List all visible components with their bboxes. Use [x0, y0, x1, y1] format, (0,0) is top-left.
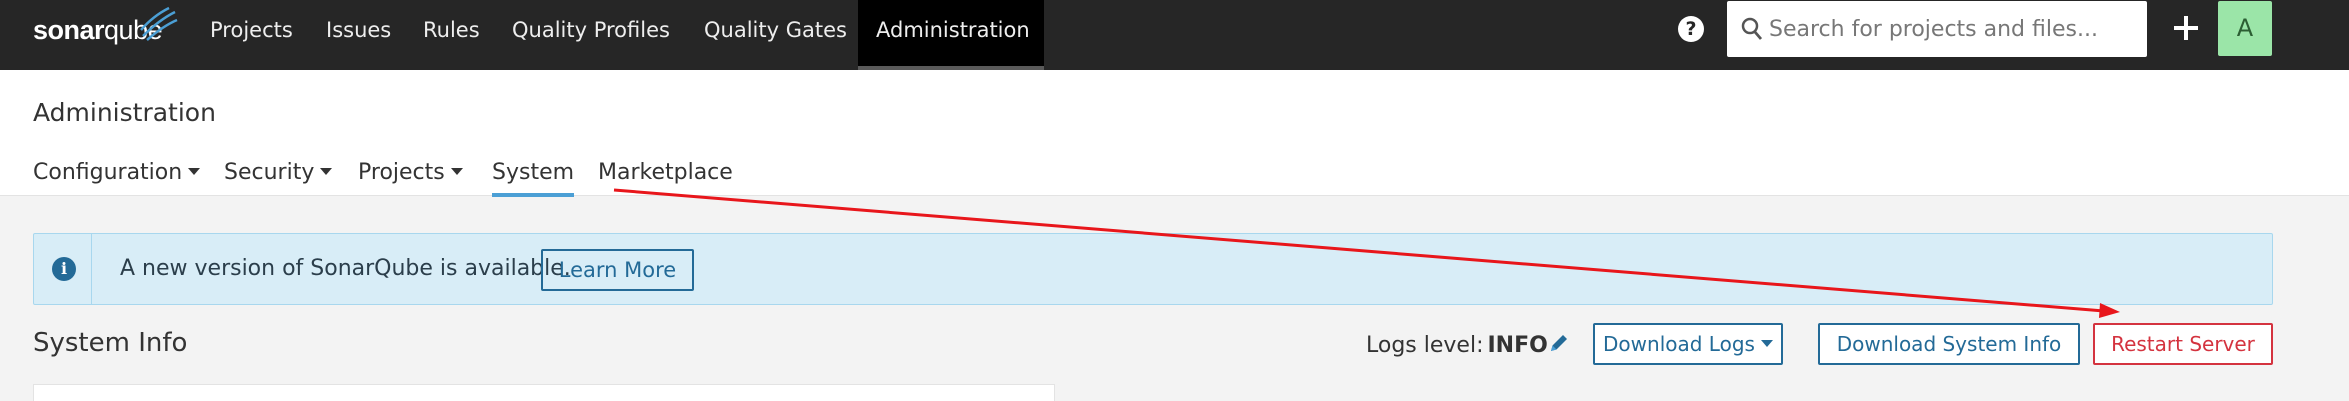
- nav-issues[interactable]: Issues: [308, 0, 409, 70]
- tab-system[interactable]: System: [492, 160, 575, 197]
- download-system-info-button[interactable]: Download System Info: [1818, 323, 2080, 365]
- alert-icon-cell: i: [34, 234, 92, 304]
- nav-administration[interactable]: Administration: [858, 0, 1044, 70]
- tab-label: Security: [224, 160, 315, 185]
- search-icon: [1741, 17, 1763, 40]
- download-logs-label: Download Logs: [1603, 332, 1755, 356]
- global-search[interactable]: [1727, 1, 2147, 57]
- pencil-icon[interactable]: [1548, 332, 1570, 354]
- tab-projects[interactable]: Projects: [358, 160, 463, 193]
- logs-level-label: Logs level:: [1366, 333, 1484, 358]
- page-header: Administration Configuration Security Pr…: [0, 70, 2349, 197]
- user-avatar[interactable]: A: [2218, 1, 2272, 56]
- restart-server-button[interactable]: Restart Server: [2093, 323, 2273, 365]
- top-navbar: sonarqube Projects Issues Rules Quality …: [0, 0, 2349, 70]
- nav-rules[interactable]: Rules: [405, 0, 498, 70]
- nav-quality-profiles[interactable]: Quality Profiles: [494, 0, 688, 70]
- caret-down-icon: [320, 167, 333, 175]
- question-circle-icon[interactable]: ?: [1678, 16, 1704, 42]
- search-input[interactable]: [1769, 1, 2139, 57]
- plus-icon[interactable]: [2168, 10, 2204, 46]
- tab-marketplace[interactable]: Marketplace: [598, 160, 733, 193]
- learn-more-button[interactable]: Learn More: [541, 249, 694, 291]
- tab-label: Projects: [358, 160, 445, 185]
- download-logs-button[interactable]: Download Logs: [1593, 323, 1783, 365]
- page-title: Administration: [33, 98, 216, 127]
- logs-level: Logs level: INFO: [1366, 333, 1548, 358]
- nav-projects[interactable]: Projects: [192, 0, 311, 70]
- alert-message: A new version of SonarQube is available.: [120, 256, 571, 281]
- sonarqube-logo[interactable]: sonarqube: [33, 6, 178, 50]
- tab-label: Configuration: [33, 160, 183, 185]
- logs-level-value: INFO: [1487, 333, 1548, 358]
- system-info-title: System Info: [33, 328, 188, 358]
- system-info-panel: [33, 384, 1055, 401]
- caret-down-icon: [1760, 340, 1773, 347]
- nav-quality-gates[interactable]: Quality Gates: [686, 0, 865, 70]
- tab-security[interactable]: Security: [224, 160, 333, 193]
- logo-waves-icon: [140, 6, 178, 41]
- tab-configuration[interactable]: Configuration: [33, 160, 201, 193]
- caret-down-icon: [450, 167, 463, 175]
- info-icon: i: [52, 257, 76, 281]
- caret-down-icon: [188, 167, 201, 175]
- update-alert: i A new version of SonarQube is availabl…: [33, 233, 2273, 305]
